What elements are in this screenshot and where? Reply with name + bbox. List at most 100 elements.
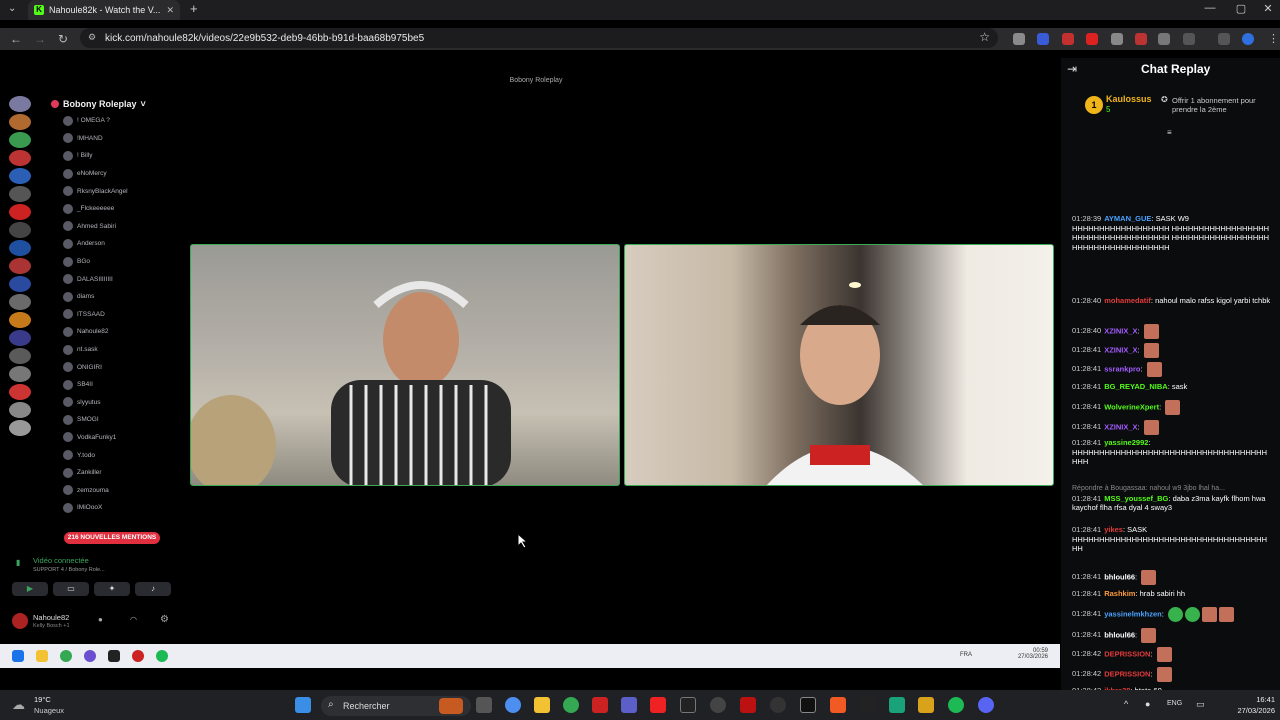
teams-icon[interactable] [621, 697, 637, 713]
chat-message[interactable]: 01:28:40 mohamedatif: nahoul malo rafss k… [1072, 296, 1272, 306]
system-clock[interactable]: 16:41 27/03/2026 [1225, 694, 1275, 716]
youtube-icon[interactable] [650, 697, 666, 713]
copilot-icon[interactable] [505, 697, 521, 713]
mic-icon[interactable]: ● [98, 615, 103, 624]
chat-message[interactable]: 01:28:41 yikes: SASK HHHHHHHHHHHHHHHHHHHH… [1072, 525, 1272, 554]
member-row[interactable]: VodkaFunky1 [45, 429, 183, 447]
obs-icon[interactable] [770, 697, 786, 713]
activity-button[interactable]: ✦ [94, 582, 130, 596]
new-tab-icon[interactable]: + [190, 1, 198, 16]
server-icon[interactable] [9, 420, 31, 436]
taskbar-search[interactable]: ⌕ Rechercher [321, 696, 471, 716]
chat-message[interactable]: 01:28:42 DEPRISSION: [1072, 667, 1272, 682]
network-icon[interactable]: ▭ [1196, 699, 1205, 710]
settings-icon[interactable] [710, 697, 726, 713]
member-row[interactable]: SMOGI [45, 411, 183, 429]
message-username[interactable]: DEPRISSION [1104, 669, 1150, 678]
participant-video-tile[interactable] [624, 244, 1054, 486]
chat-message[interactable]: 01:28:41 Rashkim: hrab sabiri hh [1072, 589, 1272, 599]
server-icon[interactable] [9, 276, 31, 292]
member-row[interactable]: Y.todo [45, 446, 183, 464]
message-username[interactable]: XZINIX_X [1104, 345, 1137, 354]
message-username[interactable]: yikes [1104, 525, 1123, 534]
app-icon[interactable] [889, 697, 905, 713]
message-username[interactable]: WolverineXpert [1104, 402, 1159, 411]
member-row[interactable]: Ahmed Sabiri [45, 218, 183, 236]
extension-icon[interactable] [1013, 33, 1025, 45]
server-icon[interactable] [9, 294, 31, 310]
task-view-icon[interactable] [476, 697, 492, 713]
message-username[interactable]: bhloul66 [1104, 630, 1135, 639]
server-icon[interactable] [9, 240, 31, 256]
chat-message[interactable]: 01:28:41 yassinelmkhzen: [1072, 607, 1272, 622]
member-row[interactable]: Nahoule82 [45, 323, 183, 341]
server-icon[interactable] [9, 366, 31, 382]
brave-icon[interactable] [830, 697, 846, 713]
extension-icon[interactable] [1111, 33, 1123, 45]
app-icon[interactable] [860, 697, 876, 713]
browser-tab[interactable]: K Nahoule82k - Watch the V... ✕ [28, 0, 180, 20]
chat-message[interactable]: 01:28:41 XZINIX_X: [1072, 343, 1272, 358]
chrome-icon[interactable] [563, 697, 579, 713]
chat-message[interactable]: 01:28:41 bhloul66: [1072, 628, 1272, 643]
member-row[interactable]: IMiOooX [45, 499, 183, 517]
server-icon[interactable] [9, 96, 31, 112]
server-icon[interactable] [9, 150, 31, 166]
chat-message[interactable]: 01:28:42 DEPRISSION: [1072, 647, 1272, 662]
close-tab-icon[interactable]: ✕ [166, 5, 174, 16]
extension-icon[interactable] [1037, 33, 1049, 45]
avatar[interactable] [12, 613, 28, 629]
member-row[interactable]: Zankiller [45, 464, 183, 482]
message-username[interactable]: ssrankpro [1104, 364, 1140, 373]
server-icon[interactable] [9, 348, 31, 364]
headset-icon[interactable]: ◠ [130, 615, 137, 624]
message-username[interactable]: yassine2992 [1104, 438, 1148, 447]
reply-preview[interactable]: Répondre à Bougassaa: nahoul w9 3jbo lha… [1072, 484, 1272, 494]
weather-widget[interactable]: ☁ 19°C Nuageux [12, 694, 72, 716]
spotify-icon[interactable] [948, 697, 964, 713]
tray-overflow-icon[interactable]: ^ [1124, 699, 1128, 709]
mic-icon[interactable]: ● [1145, 699, 1150, 709]
app-icon[interactable] [740, 697, 756, 713]
member-row[interactable]: ! Billy [45, 147, 183, 165]
pinned-gift-banner[interactable]: 1 Kaulossus 5 ✪ Offrir 1 abonnement pour… [1061, 92, 1280, 122]
server-icon[interactable] [9, 186, 31, 202]
participant-video-tile[interactable] [190, 244, 620, 486]
extensions-puzzle-icon[interactable] [1183, 33, 1195, 45]
chat-message[interactable]: 01:28:40 XZINIX_X: [1072, 324, 1272, 339]
profile-avatar-icon[interactable] [1242, 33, 1254, 45]
member-row[interactable]: ITSSAAD [45, 306, 183, 324]
member-row[interactable]: _Flckeeeeee [45, 200, 183, 218]
message-username[interactable]: XZINIX_X [1104, 326, 1137, 335]
server-icon[interactable] [9, 402, 31, 418]
member-row[interactable]: ONIGIRI [45, 358, 183, 376]
app-icon[interactable] [918, 697, 934, 713]
member-row[interactable]: !MHAND [45, 130, 183, 148]
input-language[interactable]: ENG [1167, 700, 1182, 707]
member-row[interactable]: zemzouma [45, 481, 183, 499]
server-icon[interactable] [9, 330, 31, 346]
member-row[interactable]: RksnyBlackAngel [45, 182, 183, 200]
app-icon[interactable] [592, 697, 608, 713]
screen-share-button[interactable]: ▭ [53, 582, 89, 596]
discord-icon[interactable] [978, 697, 994, 713]
message-username[interactable]: XZINIX_X [1104, 422, 1137, 431]
expand-pinned-icon[interactable]: ≡ [1167, 128, 1172, 137]
reload-icon[interactable]: ↻ [58, 32, 68, 46]
maximize-icon[interactable]: ▢ [1226, 2, 1256, 15]
extension-icon[interactable] [1158, 33, 1170, 45]
extension-icon[interactable] [1062, 33, 1074, 45]
back-icon[interactable]: ← [10, 32, 22, 46]
server-icon[interactable] [9, 222, 31, 238]
app-icon[interactable] [680, 697, 696, 713]
collapse-chat-icon[interactable]: ⇥ [1067, 62, 1077, 76]
chat-message[interactable]: 01:28:41 XZINIX_X: [1072, 420, 1272, 435]
forward-icon[interactable]: → [34, 32, 46, 46]
member-row[interactable]: slyyutus [45, 394, 183, 412]
url-field[interactable]: ⚙ kick.com/nahoule82k/videos/22e9b532-de… [80, 28, 998, 48]
member-row[interactable]: diams [45, 288, 183, 306]
windows-start-icon[interactable] [295, 697, 311, 713]
chat-message[interactable]: Répondre à Bougassaa: nahoul w9 3jbo lha… [1072, 484, 1272, 513]
server-icon[interactable] [9, 312, 31, 328]
message-username[interactable]: yassinelmkhzen [1104, 609, 1162, 618]
